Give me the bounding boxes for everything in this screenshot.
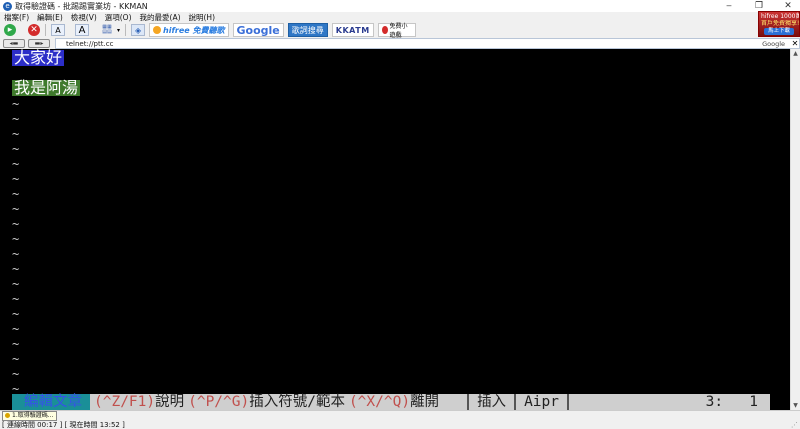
google-button[interactable]: Google	[232, 23, 284, 37]
google-search-label[interactable]: Google	[762, 39, 785, 49]
scroll-up-icon[interactable]: ▲	[791, 49, 800, 58]
tilde-line: ~	[12, 247, 20, 261]
tilde-line: ~	[12, 232, 20, 246]
tilde-line: ~	[12, 202, 20, 216]
tab-close-button[interactable]: ✕	[790, 39, 800, 49]
ad-download-button[interactable]: 馬上下載	[764, 28, 794, 35]
exit-text: 離開	[410, 394, 440, 410]
hifree-logo-icon	[153, 26, 162, 34]
font-a-icon: A	[51, 24, 65, 36]
tilde-line: ~	[12, 277, 20, 291]
editor-flags: Aipr	[514, 394, 567, 410]
chevron-down-icon: ▾	[117, 26, 121, 34]
connect-button[interactable]: ▸	[4, 24, 16, 37]
encoding-button[interactable]: ▦▦ ▤▤	[99, 24, 115, 37]
connection-icon	[5, 413, 10, 418]
tilde-line: ~	[12, 172, 20, 186]
google-label: Google	[236, 23, 280, 37]
url-text: telnet://ptt.cc	[66, 40, 114, 48]
title-bar: e 取得驗證碼 - 批踢踢實業坊 - KKMAN	[0, 0, 800, 12]
exit-key: (^X/^Q)	[348, 394, 411, 410]
tilde-line: ~	[12, 112, 20, 126]
menu-edit[interactable]: 編輯(E)	[37, 12, 63, 23]
ad-banner[interactable]: hifree 1000萬首 首戶免費獨享! 馬上下載	[758, 11, 800, 37]
font-a-large-icon: A	[75, 24, 89, 36]
connection-time-text: [ 連線時間 00:17 ] [ 現在時間 13:52 ]	[2, 421, 125, 429]
hifree-button[interactable]: hifree 免費聽歌	[149, 23, 229, 37]
mini-games-button[interactable]: 免費小遊戲	[377, 23, 416, 39]
insert-symbol-hint: (^P/^G)插入符號/範本	[188, 394, 349, 410]
font-smaller-button[interactable]: A	[51, 24, 65, 37]
kkatm-button[interactable]: KKATM	[331, 23, 374, 37]
tilde-line: ~	[12, 142, 20, 156]
status-bar: 1.取得驗證碼... [ 連線時間 00:17 ] [ 現在時間 13:52 ]…	[0, 410, 800, 429]
scroll-down-icon[interactable]: ▼	[791, 401, 800, 410]
help-hint: (^Z/F1)說明	[90, 394, 189, 410]
toolbar-separator	[45, 24, 46, 36]
help-key: (^Z/F1)	[94, 394, 156, 410]
menu-help[interactable]: 說明(H)	[189, 12, 216, 23]
tilde-line: ~	[12, 292, 20, 306]
text-line-2: 我是阿湯	[12, 78, 81, 97]
tilde-line: ~	[12, 217, 20, 231]
kkman-app-icon: e	[3, 1, 12, 11]
tilde-line: ~	[12, 157, 20, 171]
encoding-sub-icon: ▤▤	[102, 29, 112, 35]
tilde-line: ~	[12, 307, 20, 321]
menu-view[interactable]: 檢視(V)	[71, 12, 97, 23]
kkatm-label: KKATM	[335, 25, 370, 35]
menu-bar: 檔案(F) 編輯(E) 檢視(V) 選項(O) 我的最愛(A) 說明(H)	[0, 12, 758, 22]
connection-tab-label: 1.取得驗證碼...	[12, 412, 54, 419]
tilde-line: ~	[12, 262, 20, 276]
window-title: 取得驗證碼 - 批踢踢實業坊 - KKMAN	[15, 1, 148, 11]
url-tab[interactable]: telnet://ptt.cc Google ✕	[55, 38, 800, 49]
tilde-line: ~	[12, 97, 20, 111]
games-icon	[381, 26, 388, 34]
cursor-position: 3: 1	[566, 394, 770, 410]
toolbar: ▸ ✕ A A ▦▦ ▤▤ ▾ ◈ hifree 免費聽歌 Google 歌詞搜…	[0, 22, 758, 39]
text-line-1: 大家好	[12, 49, 65, 67]
insert-mode-indicator: 插入	[467, 394, 515, 410]
toolbar-separator	[125, 24, 127, 36]
minimize-button[interactable]: ‒	[718, 0, 740, 12]
ad-line1: hifree 1000萬首	[761, 13, 799, 20]
help-text: 說明	[155, 394, 185, 410]
disconnect-button[interactable]: ✕	[28, 24, 40, 37]
edit-mode-label: 編輯文章	[12, 394, 90, 410]
box-icon: ◈	[131, 24, 146, 36]
forward-button[interactable]: ▬▸	[28, 39, 50, 48]
tilde-line: ~	[12, 127, 20, 141]
menu-options[interactable]: 選項(O)	[105, 12, 132, 23]
back-button[interactable]: ◂▬	[3, 39, 25, 48]
font-larger-button[interactable]: A	[75, 24, 89, 37]
package-button[interactable]: ◈	[131, 24, 146, 37]
mini-games-label: 免費小遊戲	[389, 23, 408, 39]
telnet-terminal[interactable]: 大家好 我是阿湯 ~ ~ ~ ~ ~ ~ ~ ~ ~ ~ ~ ~ ~ ~ ~ ~ ~ ~ ~ ~ 編輯文章 (^Z/F…	[0, 49, 790, 410]
ad-line2: 首戶免費獨享!	[761, 20, 799, 27]
play-icon: ▸	[4, 24, 16, 36]
stop-icon: ✕	[28, 24, 40, 36]
tilde-line: ~	[12, 322, 20, 336]
menu-favorites[interactable]: 我的最愛(A)	[140, 12, 181, 23]
insert-symbol-key: (^P/^G)	[188, 394, 250, 410]
connection-tab[interactable]: 1.取得驗證碼...	[2, 411, 58, 421]
tilde-line: ~	[12, 337, 20, 351]
menu-file[interactable]: 檔案(F)	[4, 12, 29, 23]
encoding-dropdown[interactable]: ▾	[117, 24, 120, 37]
tilde-line: ~	[12, 187, 20, 201]
tilde-line: ~	[12, 352, 20, 366]
insert-symbol-text: 插入符號/範本	[249, 394, 345, 410]
lyrics-search-label: 歌詞搜尋	[291, 25, 324, 35]
editor-status-line: 編輯文章 (^Z/F1)說明 (^P/^G)插入符號/範本 (^X/^Q)離開 …	[12, 394, 770, 410]
resize-grip-icon[interactable]: ⋰	[791, 421, 798, 429]
lyrics-search-button[interactable]: 歌詞搜尋	[287, 23, 328, 37]
tilde-line: ~	[12, 367, 20, 381]
hifree-label: hifree 免費聽歌	[163, 25, 225, 35]
vertical-scrollbar[interactable]: ▲ ▼	[790, 49, 800, 410]
exit-hint: (^X/^Q)離開	[348, 394, 468, 410]
